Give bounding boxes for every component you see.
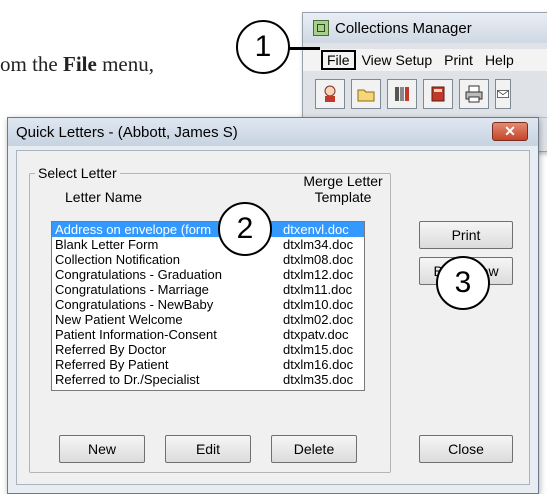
callout-3: 3 bbox=[436, 256, 490, 310]
patient-icon[interactable] bbox=[315, 79, 345, 109]
close-icon[interactable]: ✕ bbox=[492, 122, 528, 141]
ledger-icon[interactable] bbox=[387, 79, 417, 109]
letter-name-cell: Referred By Doctor bbox=[55, 342, 167, 357]
book-icon[interactable] bbox=[423, 79, 453, 109]
template-cell: dtxlm11.doc bbox=[283, 282, 353, 297]
list-item[interactable]: Referred By Doctor dtxlm15.doc bbox=[52, 342, 364, 357]
letter-name-cell: Referred By Patient bbox=[55, 357, 169, 372]
list-item[interactable]: Congratulations - Graduation dtxlm12.doc bbox=[52, 267, 364, 282]
template-cell: dtxlm35.doc bbox=[283, 372, 354, 387]
delete-button[interactable]: Delete bbox=[271, 435, 357, 463]
app-icon bbox=[313, 20, 329, 36]
envelope-icon[interactable] bbox=[495, 79, 511, 109]
menubar: File View Setup Print Help bbox=[303, 49, 547, 71]
dialog-body: Select Letter Letter Name Merge Letter T… bbox=[16, 150, 530, 485]
list-item[interactable]: New Patient Welcome dtxlm02.doc bbox=[52, 312, 364, 327]
collections-manager-title: Collections Manager bbox=[335, 19, 472, 37]
new-button[interactable]: New bbox=[59, 435, 145, 463]
menu-view-setup[interactable]: View Setup bbox=[356, 52, 439, 68]
letter-name-cell: Referred to Dr./Specialist bbox=[55, 372, 200, 387]
template-cell: dtxlm12.doc bbox=[283, 267, 354, 282]
callout-1: 1 bbox=[236, 20, 290, 74]
doc-text-prefix: om the bbox=[0, 52, 63, 76]
list-item[interactable]: Congratulations - Marriage dtxlm11.doc bbox=[52, 282, 364, 297]
folder-icon[interactable] bbox=[351, 79, 381, 109]
callout-1-pointer bbox=[288, 47, 320, 50]
list-item[interactable]: Address on envelope (form dtxenvl.doc bbox=[52, 222, 364, 237]
letter-name-cell: Congratulations - Graduation bbox=[55, 267, 222, 282]
letter-name-cell: Patient Information-Consent bbox=[55, 327, 217, 342]
letter-name-cell: Congratulations - Marriage bbox=[55, 282, 209, 297]
callout-2: 2 bbox=[218, 202, 272, 256]
list-item[interactable]: Patient Information-Consent dtxpatv.doc bbox=[52, 327, 364, 342]
dialog-title: Quick Letters - (Abbott, James S) bbox=[16, 123, 238, 141]
printer-icon[interactable] bbox=[459, 79, 489, 109]
collections-manager-titlebar: Collections Manager bbox=[303, 13, 547, 43]
doc-text-bold-file: File bbox=[63, 52, 97, 76]
template-cell: dtxpatv.doc bbox=[283, 327, 349, 342]
toolbar bbox=[315, 79, 511, 109]
template-cell: dtxlm10.doc bbox=[283, 297, 354, 312]
template-cell: dtxlm16.doc bbox=[283, 357, 354, 372]
close-button[interactable]: Close bbox=[419, 435, 513, 463]
template-cell: dtxlm02.doc bbox=[283, 312, 354, 327]
letter-name-cell: Congratulations - NewBaby bbox=[55, 297, 214, 312]
list-item[interactable]: Blank Letter Form dtxlm34.doc bbox=[52, 237, 364, 252]
template-cell: dtxlm34.doc bbox=[283, 237, 354, 252]
column-header-letter-name: Letter Name bbox=[65, 189, 143, 205]
menu-print[interactable]: Print bbox=[438, 52, 479, 68]
template-cell: dtxenvl.doc bbox=[283, 222, 349, 237]
column-header-template: Merge Letter Template bbox=[303, 173, 383, 205]
list-item[interactable]: Congratulations - NewBaby dtxlm10.doc bbox=[52, 297, 364, 312]
list-item[interactable]: Collection Notification dtxlm08.doc bbox=[52, 252, 364, 267]
doc-text-suffix: menu, bbox=[96, 52, 154, 76]
list-item[interactable]: Referred to Dr./Specialist dtxlm35.doc bbox=[52, 372, 364, 387]
letter-listbox[interactable]: Address on envelope (form dtxenvl.doc Blan… bbox=[51, 221, 365, 391]
print-button[interactable]: Print bbox=[419, 221, 513, 249]
template-cell: dtxlm15.doc bbox=[283, 342, 354, 357]
edit-button[interactable]: Edit bbox=[165, 435, 251, 463]
select-letter-label: Select Letter bbox=[35, 165, 120, 181]
letter-name-cell: New Patient Welcome bbox=[55, 312, 183, 327]
menu-help[interactable]: Help bbox=[479, 52, 520, 68]
dialog-titlebar: Quick Letters - (Abbott, James S) ✕ bbox=[8, 118, 538, 146]
template-cell: dtxlm08.doc bbox=[283, 252, 354, 267]
document-text-fragment: om the File menu, bbox=[0, 52, 154, 77]
menu-file[interactable]: File bbox=[321, 50, 356, 70]
list-item[interactable]: Referred By Patient dtxlm16.doc bbox=[52, 357, 364, 372]
